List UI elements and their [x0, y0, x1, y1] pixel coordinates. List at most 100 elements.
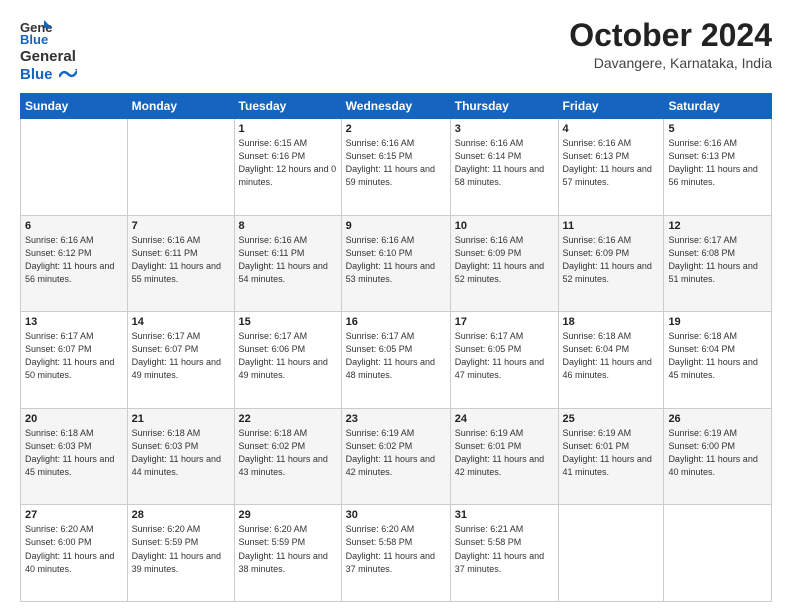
- day-info: Sunrise: 6:20 AMSunset: 5:59 PMDaylight:…: [132, 524, 221, 573]
- day-info: Sunrise: 6:16 AMSunset: 6:11 PMDaylight:…: [239, 235, 328, 284]
- table-row: 7 Sunrise: 6:16 AMSunset: 6:11 PMDaylight…: [127, 215, 234, 312]
- day-number: 17: [455, 316, 554, 328]
- col-wednesday: Wednesday: [341, 94, 450, 119]
- day-info: Sunrise: 6:16 AMSunset: 6:13 PMDaylight:…: [563, 138, 652, 187]
- day-number: 30: [346, 509, 446, 521]
- day-number: 27: [25, 509, 123, 521]
- day-number: 12: [668, 220, 767, 232]
- table-row: 13 Sunrise: 6:17 AMSunset: 6:07 PMDayligh…: [21, 312, 128, 409]
- table-row: [21, 119, 128, 216]
- day-info: Sunrise: 6:19 AMSunset: 6:00 PMDaylight:…: [668, 428, 757, 477]
- col-sunday: Sunday: [21, 94, 128, 119]
- day-number: 25: [563, 413, 660, 425]
- day-number: 31: [455, 509, 554, 521]
- logo-general: General: [20, 48, 76, 65]
- day-number: 10: [455, 220, 554, 232]
- day-info: Sunrise: 6:16 AMSunset: 6:09 PMDaylight:…: [455, 235, 544, 284]
- table-row: 16Sunrise: 6:17 AMSunset: 6:05 PMDayligh…: [341, 312, 450, 409]
- location: Davangere, Karnataka, India: [569, 55, 772, 71]
- calendar-table: Sunday Monday Tuesday Wednesday Thursday…: [20, 93, 772, 602]
- col-tuesday: Tuesday: [234, 94, 341, 119]
- table-row: 1Sunrise: 6:15 AMSunset: 6:16 PMDaylight…: [234, 119, 341, 216]
- calendar-week-row: 20 Sunrise: 6:18 AMSunset: 6:03 PMDayligh…: [21, 408, 772, 505]
- table-row: 29 Sunrise: 6:20 AMSunset: 5:59 PMDayligh…: [234, 505, 341, 602]
- svg-text:Blue: Blue: [20, 32, 48, 46]
- day-number: 19: [668, 316, 767, 328]
- day-number: 5: [668, 123, 767, 135]
- day-number: 18: [563, 316, 660, 328]
- day-info: Sunrise: 6:18 AMSunset: 6:03 PMDaylight:…: [132, 428, 221, 477]
- table-row: 15 Sunrise: 6:17 AMSunset: 6:06 PMDayligh…: [234, 312, 341, 409]
- day-info: Sunrise: 6:19 AMSunset: 6:02 PMDaylight:…: [346, 428, 435, 477]
- table-row: 17 Sunrise: 6:17 AMSunset: 6:05 PMDayligh…: [450, 312, 558, 409]
- day-number: 29: [239, 509, 337, 521]
- table-row: 22Sunrise: 6:18 AMSunset: 6:02 PMDayligh…: [234, 408, 341, 505]
- day-number: 11: [563, 220, 660, 232]
- day-info: Sunrise: 6:18 AMSunset: 6:04 PMDaylight:…: [668, 331, 757, 380]
- day-info: Sunrise: 6:20 AMSunset: 5:58 PMDaylight:…: [346, 524, 435, 573]
- table-row: 28 Sunrise: 6:20 AMSunset: 5:59 PMDayligh…: [127, 505, 234, 602]
- day-number: 7: [132, 220, 230, 232]
- table-row: 21 Sunrise: 6:18 AMSunset: 6:03 PMDayligh…: [127, 408, 234, 505]
- col-saturday: Saturday: [664, 94, 772, 119]
- table-row: 10 Sunrise: 6:16 AMSunset: 6:09 PMDayligh…: [450, 215, 558, 312]
- col-friday: Friday: [558, 94, 664, 119]
- day-info: Sunrise: 6:17 AMSunset: 6:07 PMDaylight:…: [25, 331, 114, 380]
- page: General Blue General Blue October 2024 D…: [0, 0, 792, 612]
- day-info: Sunrise: 6:16 AMSunset: 6:09 PMDaylight:…: [563, 235, 652, 284]
- day-info: Sunrise: 6:17 AMSunset: 6:05 PMDaylight:…: [455, 331, 544, 380]
- day-number: 20: [25, 413, 123, 425]
- day-info: Sunrise: 6:17 AMSunset: 6:07 PMDaylight:…: [132, 331, 221, 380]
- day-number: 8: [239, 220, 337, 232]
- table-row: 2 Sunrise: 6:16 AMSunset: 6:15 PMDaylight…: [341, 119, 450, 216]
- table-row: 18 Sunrise: 6:18 AMSunset: 6:04 PMDayligh…: [558, 312, 664, 409]
- day-info: Sunrise: 6:18 AMSunset: 6:02 PMDaylight:…: [239, 428, 328, 477]
- title-section: October 2024 Davangere, Karnataka, India: [569, 18, 772, 71]
- day-number: 3: [455, 123, 554, 135]
- day-info: Sunrise: 6:18 AMSunset: 6:03 PMDaylight:…: [25, 428, 114, 477]
- logo-wave-icon: [59, 67, 77, 81]
- table-row: 14 Sunrise: 6:17 AMSunset: 6:07 PMDayligh…: [127, 312, 234, 409]
- day-number: 4: [563, 123, 660, 135]
- day-number: 15: [239, 316, 337, 328]
- day-info: Sunrise: 6:20 AMSunset: 6:00 PMDaylight:…: [25, 524, 114, 573]
- table-row: 5 Sunrise: 6:16 AMSunset: 6:13 PMDaylight…: [664, 119, 772, 216]
- table-row: 20 Sunrise: 6:18 AMSunset: 6:03 PMDayligh…: [21, 408, 128, 505]
- day-info: Sunrise: 6:21 AMSunset: 5:58 PMDaylight:…: [455, 524, 544, 573]
- calendar-week-row: 27 Sunrise: 6:20 AMSunset: 6:00 PMDayligh…: [21, 505, 772, 602]
- table-row: 23 Sunrise: 6:19 AMSunset: 6:02 PMDayligh…: [341, 408, 450, 505]
- day-info: Sunrise: 6:17 AMSunset: 6:08 PMDaylight:…: [668, 235, 757, 284]
- table-row: 9Sunrise: 6:16 AMSunset: 6:10 PMDaylight…: [341, 215, 450, 312]
- month-title: October 2024: [569, 18, 772, 53]
- col-monday: Monday: [127, 94, 234, 119]
- day-info: Sunrise: 6:16 AMSunset: 6:11 PMDaylight:…: [132, 235, 221, 284]
- col-thursday: Thursday: [450, 94, 558, 119]
- day-info: Sunrise: 6:16 AMSunset: 6:13 PMDaylight:…: [668, 138, 757, 187]
- day-number: 13: [25, 316, 123, 328]
- day-number: 24: [455, 413, 554, 425]
- day-info: Sunrise: 6:20 AMSunset: 5:59 PMDaylight:…: [239, 524, 328, 573]
- table-row: 27 Sunrise: 6:20 AMSunset: 6:00 PMDayligh…: [21, 505, 128, 602]
- day-info: Sunrise: 6:16 AMSunset: 6:12 PMDaylight:…: [25, 235, 114, 284]
- day-number: 2: [346, 123, 446, 135]
- logo-blue: Blue: [20, 66, 53, 83]
- day-info: Sunrise: 6:16 AMSunset: 6:14 PMDaylight:…: [455, 138, 544, 187]
- day-number: 26: [668, 413, 767, 425]
- logo-icon: General Blue: [20, 18, 52, 46]
- day-info: Sunrise: 6:18 AMSunset: 6:04 PMDaylight:…: [563, 331, 652, 380]
- day-number: 21: [132, 413, 230, 425]
- table-row: 4 Sunrise: 6:16 AMSunset: 6:13 PMDaylight…: [558, 119, 664, 216]
- day-number: 14: [132, 316, 230, 328]
- header: General Blue General Blue October 2024 D…: [20, 18, 772, 83]
- calendar-week-row: 1Sunrise: 6:15 AMSunset: 6:16 PMDaylight…: [21, 119, 772, 216]
- day-number: 9: [346, 220, 446, 232]
- day-number: 23: [346, 413, 446, 425]
- table-row: 26 Sunrise: 6:19 AMSunset: 6:00 PMDayligh…: [664, 408, 772, 505]
- table-row: 3 Sunrise: 6:16 AMSunset: 6:14 PMDaylight…: [450, 119, 558, 216]
- day-info: Sunrise: 6:16 AMSunset: 6:15 PMDaylight:…: [346, 138, 435, 187]
- day-number: 28: [132, 509, 230, 521]
- table-row: 31 Sunrise: 6:21 AMSunset: 5:58 PMDayligh…: [450, 505, 558, 602]
- day-info: Sunrise: 6:19 AMSunset: 6:01 PMDaylight:…: [455, 428, 544, 477]
- table-row: 8 Sunrise: 6:16 AMSunset: 6:11 PMDaylight…: [234, 215, 341, 312]
- day-info: Sunrise: 6:17 AMSunset: 6:06 PMDaylight:…: [239, 331, 328, 380]
